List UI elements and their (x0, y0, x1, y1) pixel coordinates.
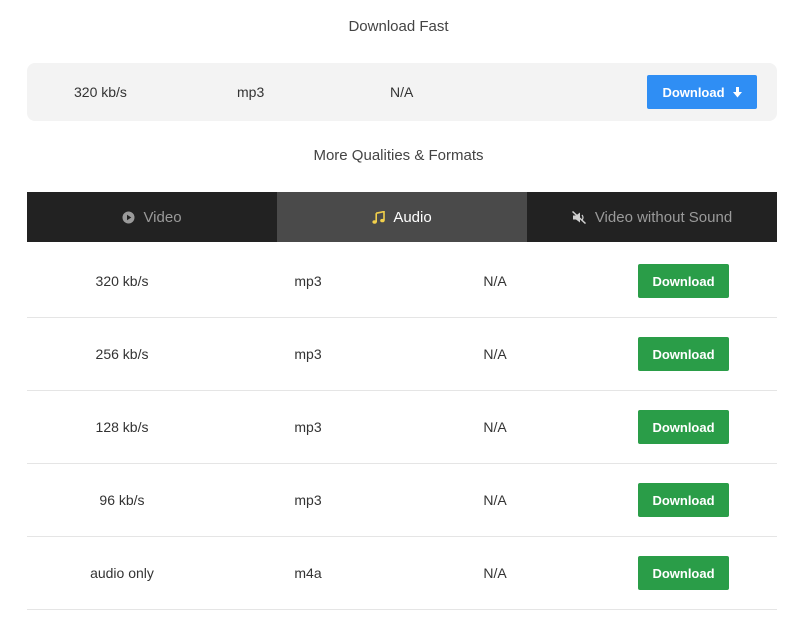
download-button[interactable]: Download (638, 410, 729, 444)
arrow-down-icon (732, 86, 742, 98)
more-formats-heading: More Qualities & Formats (313, 147, 484, 164)
tab-video-label: Video (143, 208, 182, 226)
table-row: 128 kb/s mp3 N/A Download (27, 391, 777, 464)
row-format: mp3 (294, 419, 322, 435)
row-format: m4a (294, 565, 322, 581)
tab-audio-label: Audio (393, 208, 432, 226)
download-fast-heading: Download Fast (348, 18, 449, 35)
table-row: 96 kb/s mp3 N/A Download (27, 464, 777, 537)
table-row: 320 kb/s mp3 N/A Download (27, 245, 777, 318)
tab-video-without-sound[interactable]: Video without Sound (527, 192, 777, 242)
row-format: mp3 (294, 492, 322, 508)
row-format: mp3 (294, 273, 322, 289)
play-circle-icon (122, 211, 135, 224)
audio-formats-table: 320 kb/s mp3 N/A Download 256 kb/s mp3 N… (27, 245, 777, 610)
download-button[interactable]: Download (638, 556, 729, 590)
mute-icon (571, 210, 587, 224)
row-size: N/A (483, 346, 507, 362)
table-row: 256 kb/s mp3 N/A Download (27, 318, 777, 391)
tab-audio[interactable]: Audio (277, 192, 527, 242)
fast-format: mp3 (237, 84, 265, 100)
row-quality: 256 kb/s (95, 346, 149, 362)
row-quality: 320 kb/s (95, 273, 149, 289)
row-format: mp3 (294, 346, 322, 362)
fast-size: N/A (390, 84, 414, 100)
music-note-icon (372, 210, 386, 224)
fast-download-label: Download (662, 84, 725, 100)
format-tabs: Video Audio Video without Sound (27, 192, 777, 242)
row-quality: 96 kb/s (99, 492, 145, 508)
download-button[interactable]: Download (638, 337, 729, 371)
row-size: N/A (483, 492, 507, 508)
row-size: N/A (483, 419, 507, 435)
download-button[interactable]: Download (638, 264, 729, 298)
download-button[interactable]: Download (638, 483, 729, 517)
row-quality: 128 kb/s (95, 419, 149, 435)
row-size: N/A (483, 273, 507, 289)
row-quality: audio only (90, 565, 154, 581)
tab-video[interactable]: Video (27, 192, 277, 242)
row-size: N/A (483, 565, 507, 581)
fast-download-row: 320 kb/s mp3 N/A Download (27, 63, 777, 121)
table-row: audio only m4a N/A Download (27, 537, 777, 610)
fast-download-button[interactable]: Download (647, 75, 757, 109)
fast-quality: 320 kb/s (74, 84, 127, 100)
tab-video-without-sound-label: Video without Sound (594, 208, 733, 226)
